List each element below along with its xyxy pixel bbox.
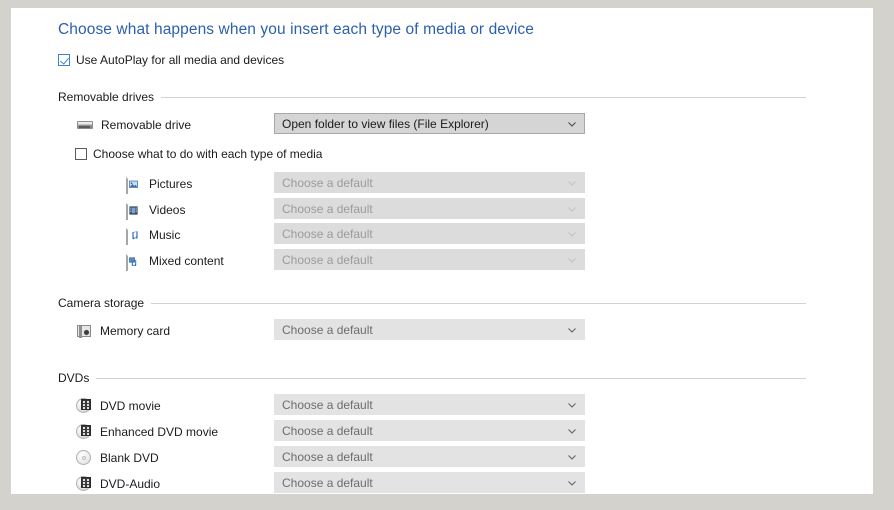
row-videos: Videos xyxy=(125,199,185,221)
dropdown-value: Choose a default xyxy=(282,227,373,241)
dropdown-value: Choose a default xyxy=(282,176,373,190)
group-title: DVDs xyxy=(58,371,96,385)
chevron-down-icon xyxy=(567,478,577,488)
group-header-removable-drives: Removable drives xyxy=(58,90,806,104)
music-icon xyxy=(125,227,141,243)
dvd-movie-icon xyxy=(76,398,92,414)
dropdown-value: Choose a default xyxy=(282,323,373,337)
use-autoplay-label: Use AutoPlay for all media and devices xyxy=(76,53,284,67)
dropdown-value: Choose a default xyxy=(282,202,373,216)
dvd-audio-icon xyxy=(76,476,92,492)
pictures-icon xyxy=(125,176,141,192)
dvd-audio-dropdown[interactable]: Choose a default xyxy=(274,472,585,493)
music-dropdown[interactable]: Choose a default xyxy=(274,223,585,244)
page-title: Choose what happens when you insert each… xyxy=(58,21,534,39)
group-title: Removable drives xyxy=(58,90,161,104)
mixed-content-icon xyxy=(125,253,141,269)
blank-dvd-dropdown[interactable]: Choose a default xyxy=(274,446,585,467)
row-label: Removable drive xyxy=(101,118,191,132)
memory-card-icon xyxy=(76,323,92,339)
dropdown-value: Open folder to view files (File Explorer… xyxy=(282,117,489,131)
row-label: Blank DVD xyxy=(100,451,159,465)
chevron-down-icon xyxy=(567,426,577,436)
chevron-down-icon xyxy=(567,178,577,188)
group-header-dvds: DVDs xyxy=(58,371,806,385)
use-autoplay-checkbox[interactable] xyxy=(58,54,70,66)
mixed-content-dropdown[interactable]: Choose a default xyxy=(274,249,585,270)
row-label: Pictures xyxy=(149,177,192,191)
enhanced-dvd-movie-dropdown[interactable]: Choose a default xyxy=(274,420,585,441)
videos-icon xyxy=(125,202,141,218)
row-removable-drive: Removable drive xyxy=(77,114,191,136)
chevron-down-icon xyxy=(567,400,577,410)
choose-each-type-checkbox-row[interactable]: Choose what to do with each type of medi… xyxy=(75,147,322,161)
chevron-down-icon xyxy=(567,204,577,214)
autoplay-settings-panel: Choose what happens when you insert each… xyxy=(11,8,873,494)
dropdown-value: Choose a default xyxy=(282,424,373,438)
group-title: Camera storage xyxy=(58,296,151,310)
chevron-down-icon xyxy=(567,255,577,265)
choose-each-type-label: Choose what to do with each type of medi… xyxy=(93,147,322,161)
row-memory-card: Memory card xyxy=(76,320,170,342)
enhanced-dvd-movie-icon xyxy=(76,424,92,440)
row-label: Music xyxy=(149,228,180,242)
chevron-down-icon xyxy=(567,452,577,462)
choose-each-type-checkbox[interactable] xyxy=(75,148,87,160)
dropdown-value: Choose a default xyxy=(282,398,373,412)
row-dvd-movie: DVD movie xyxy=(76,395,161,417)
pictures-dropdown[interactable]: Choose a default xyxy=(274,172,585,193)
group-divider xyxy=(151,303,806,304)
removable-drive-icon xyxy=(77,117,93,133)
row-label: Videos xyxy=(149,203,185,217)
chevron-down-icon xyxy=(567,229,577,239)
dropdown-value: Choose a default xyxy=(282,253,373,267)
memory-card-dropdown[interactable]: Choose a default xyxy=(274,319,585,340)
row-label: Mixed content xyxy=(149,254,224,268)
use-autoplay-checkbox-row[interactable]: Use AutoPlay for all media and devices xyxy=(58,53,284,67)
chevron-down-icon xyxy=(567,119,577,129)
row-pictures: Pictures xyxy=(125,173,192,195)
row-label: Enhanced DVD movie xyxy=(100,425,218,439)
row-enhanced-dvd-movie: Enhanced DVD movie xyxy=(76,421,218,443)
group-divider xyxy=(96,378,806,379)
group-header-camera-storage: Camera storage xyxy=(58,296,806,310)
dropdown-value: Choose a default xyxy=(282,450,373,464)
videos-dropdown[interactable]: Choose a default xyxy=(274,198,585,219)
chevron-down-icon xyxy=(567,325,577,335)
row-mixed-content: Mixed content xyxy=(125,250,224,272)
dvd-movie-dropdown[interactable]: Choose a default xyxy=(274,394,585,415)
row-blank-dvd: Blank DVD xyxy=(76,447,159,469)
blank-dvd-icon xyxy=(76,450,92,466)
row-label: Memory card xyxy=(100,324,170,338)
row-music: Music xyxy=(125,224,180,246)
row-label: DVD-Audio xyxy=(100,477,160,491)
removable-drive-dropdown[interactable]: Open folder to view files (File Explorer… xyxy=(274,113,585,134)
row-label: DVD movie xyxy=(100,399,161,413)
group-divider xyxy=(161,97,806,98)
row-dvd-audio: DVD-Audio xyxy=(76,473,160,494)
dropdown-value: Choose a default xyxy=(282,476,373,490)
